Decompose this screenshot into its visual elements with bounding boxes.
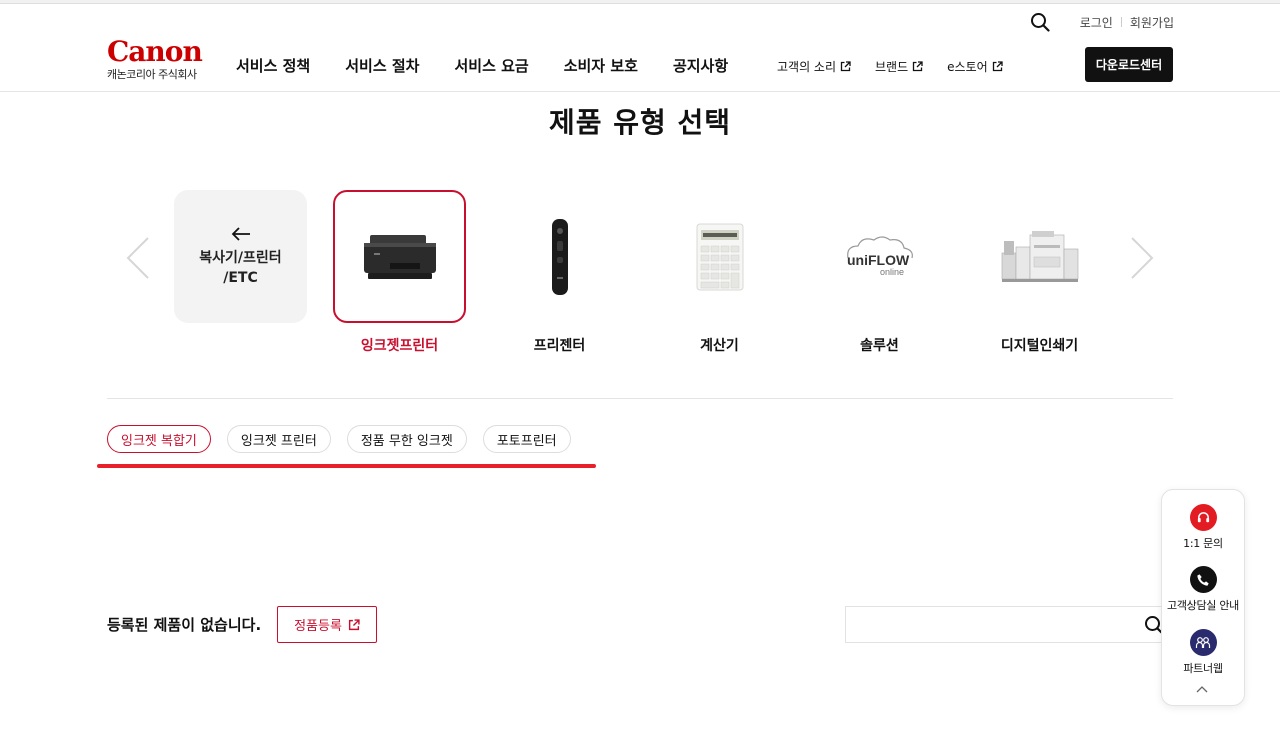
chip-photo-printer[interactable]: 포토프린터 — [482, 425, 571, 453]
floating-quick-menu: 1:1 문의 고객상담실 안내 파트너웹 — [1161, 489, 1245, 706]
back-card-label-line2: /ETC — [223, 269, 258, 286]
product-name: 프리젠터 — [533, 338, 586, 354]
headset-icon — [1189, 504, 1217, 531]
estore-link[interactable]: e스토어 — [947, 58, 1003, 75]
nav-service-procedure[interactable]: 서비스 절차 — [345, 55, 419, 76]
product-card-inkjet-printer[interactable]: 잉크젯프린터 — [333, 190, 466, 355]
external-link-icon — [992, 61, 1003, 72]
login-link[interactable]: 로그인 — [1080, 14, 1113, 31]
chip-inkjet-multifunction[interactable]: 잉크젯 복합기 — [107, 425, 211, 453]
back-card-label-line1: 복사기/프린터 — [199, 249, 282, 266]
page-title: 제품 유형 선택 — [548, 106, 732, 139]
quick-label: 파트너웹 — [1183, 662, 1223, 675]
uniflow-sub: online — [880, 267, 904, 277]
highlight-underline — [97, 464, 596, 468]
quick-call-center[interactable]: 고객상담실 안내 — [1162, 566, 1244, 613]
inkjet-printer-image — [363, 234, 436, 279]
quick-label: 고객상담실 안내 — [1167, 599, 1239, 612]
subcategory-tabs: 잉크젯 복합기 잉크젯 프린터 정품 무한 잉크젯 포토프린터 — [107, 425, 587, 453]
nav-notice[interactable]: 공지사항 — [673, 55, 728, 76]
back-to-category-card[interactable]: 복사기/프린터 /ETC — [174, 190, 307, 323]
digital-press-image — [1001, 230, 1078, 282]
product-name: 계산기 — [700, 338, 739, 354]
logo-wordmark: Canon — [107, 35, 203, 68]
chevron-up-icon[interactable] — [1196, 685, 1208, 693]
search-icon[interactable] — [1030, 12, 1050, 32]
product-thumbnail — [973, 190, 1106, 323]
external-link-icon — [912, 61, 923, 72]
arrow-left-icon — [231, 226, 250, 241]
download-center-button[interactable]: 다운로드센터 — [1085, 47, 1173, 82]
util-divider — [1120, 17, 1122, 27]
voice-of-customer-link[interactable]: 고객의 소리 — [777, 58, 851, 75]
product-thumbnail: uniFLOW online — [813, 190, 946, 323]
link-label: 고객의 소리 — [777, 60, 837, 74]
product-thumbnail — [333, 190, 466, 323]
product-name: 잉크젯프린터 — [360, 338, 439, 354]
nav-service-fee[interactable]: 서비스 요금 — [454, 55, 528, 76]
quick-partner-web[interactable]: 파트너웹 — [1162, 629, 1244, 676]
button-label: 정품등록 — [294, 619, 342, 634]
main-nav: 서비스 정책 서비스 절차 서비스 요금 소비자 보호 공지사항 — [236, 55, 763, 76]
partner-icon — [1189, 629, 1217, 656]
chip-inkjet-printer[interactable]: 잉크젯 프린터 — [226, 425, 331, 453]
logo-subtitle: 캐논코리아 주식회사 — [107, 68, 197, 81]
utility-bar: 로그인 회원가입 — [1030, 12, 1174, 32]
signup-link[interactable]: 회원가입 — [1130, 14, 1174, 31]
product-thumbnail — [493, 190, 626, 323]
chip-genuine-ink-tank[interactable]: 정품 무한 잉크젯 — [346, 425, 467, 453]
nav-consumer-protection[interactable]: 소비자 보호 — [564, 55, 638, 76]
presenter-image — [551, 218, 568, 295]
link-label: e스토어 — [947, 60, 988, 74]
product-card-solution[interactable]: uniFLOW online 솔루션 — [813, 190, 946, 355]
external-link-icon — [348, 618, 360, 630]
external-links: 고객의 소리 브랜드 e스토어 — [777, 58, 1027, 75]
product-search-box — [845, 606, 1175, 643]
empty-products-message: 등록된 제품이 없습니다. — [107, 616, 262, 634]
uniflow-logo: uniFLOW online — [847, 235, 913, 277]
brand-link[interactable]: 브랜드 — [875, 58, 923, 75]
external-link-icon — [840, 61, 851, 72]
calculator-image — [696, 223, 743, 290]
header-divider — [0, 91, 1280, 92]
carousel-prev-arrow-icon[interactable] — [124, 236, 152, 280]
canon-logo[interactable]: Canon 캐논코리아 주식회사 — [107, 35, 203, 82]
product-name: 솔루션 — [860, 338, 899, 354]
quick-label: 1:1 문의 — [1183, 537, 1223, 550]
section-divider — [107, 398, 1173, 399]
link-label: 브랜드 — [875, 60, 909, 74]
product-name: 디지털인쇄기 — [1000, 338, 1079, 354]
quick-inquiry[interactable]: 1:1 문의 — [1162, 504, 1244, 551]
product-card-presenter[interactable]: 프리젠터 — [493, 190, 626, 355]
product-registration-button[interactable]: 정품등록 — [277, 606, 377, 643]
product-card-calculator[interactable]: 계산기 — [653, 190, 786, 355]
product-card-digital-press[interactable]: 디지털인쇄기 — [973, 190, 1106, 355]
nav-service-policy[interactable]: 서비스 정책 — [236, 55, 310, 76]
top-border — [0, 0, 1280, 4]
product-search-input[interactable] — [856, 607, 1140, 642]
phone-icon — [1189, 566, 1217, 593]
product-thumbnail — [653, 190, 786, 323]
carousel-next-arrow-icon[interactable] — [1128, 236, 1156, 280]
uniflow-wordmark: uniFLOW — [847, 252, 910, 268]
